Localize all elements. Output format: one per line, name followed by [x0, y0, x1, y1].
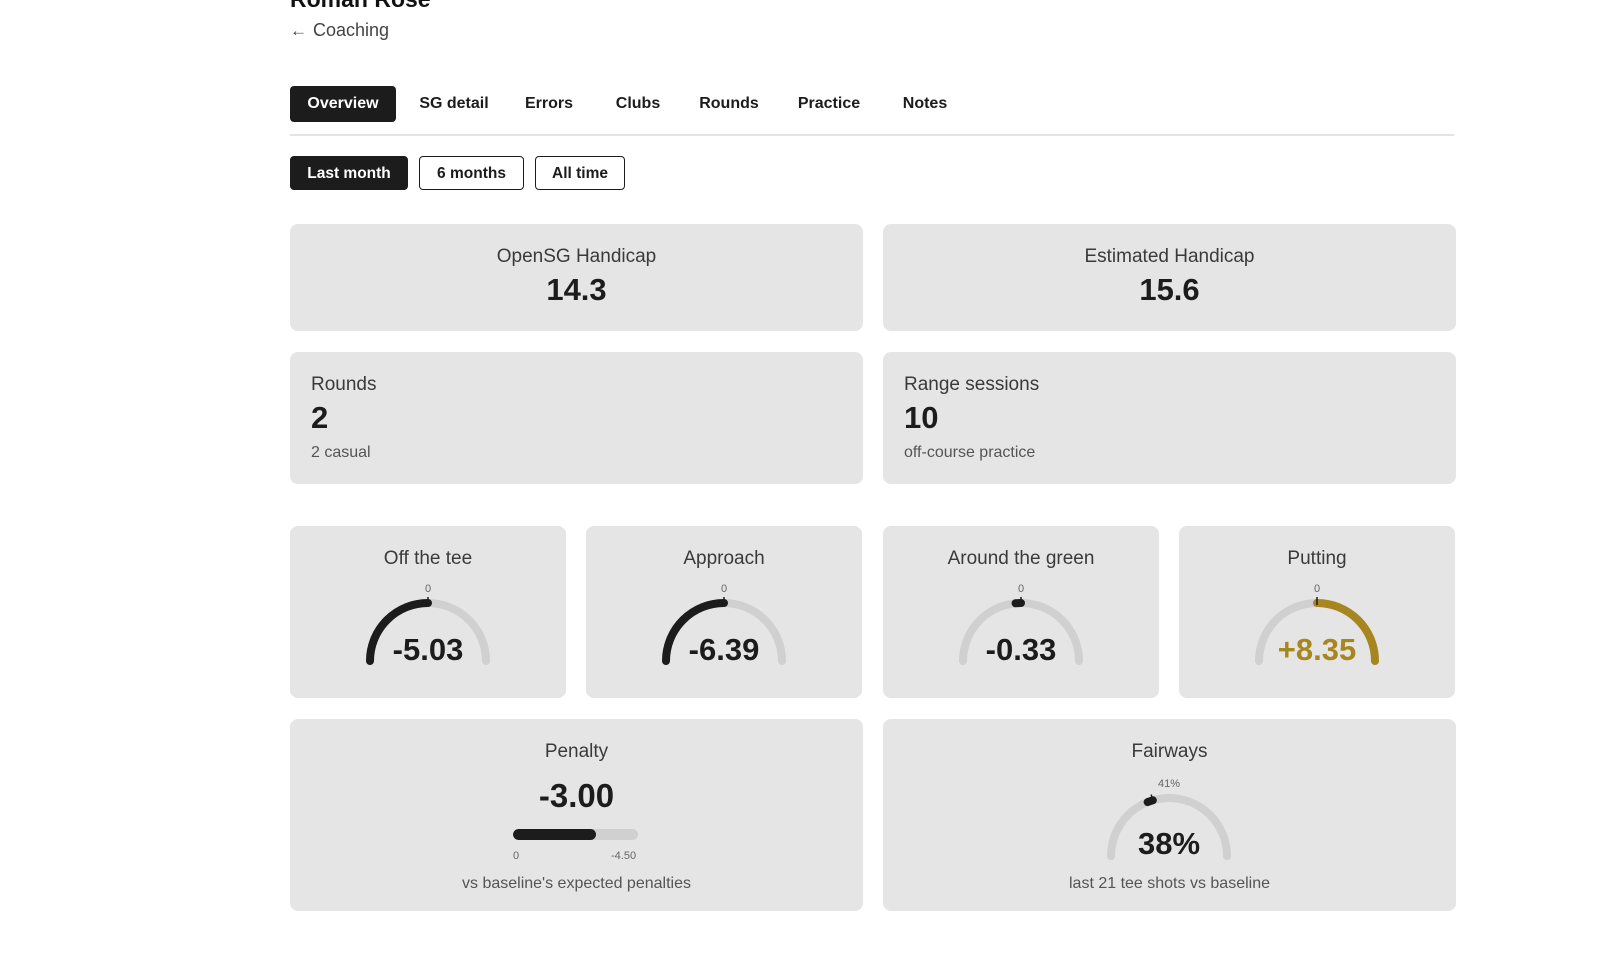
penalty-caption: vs baseline's expected penalties	[462, 875, 691, 892]
sg-approach-gauge: 0 -6.39	[662, 583, 786, 667]
sg-putting-gauge: 0 +8.35	[1255, 583, 1379, 667]
opensg-handicap-label: OpenSG Handicap	[496, 246, 657, 267]
tab-overview[interactable]: Overview	[290, 86, 396, 122]
rounds-value: 2	[311, 400, 329, 435]
rounds-card: Rounds 2 2 casual	[290, 352, 863, 484]
sg-off-the-tee-value: -5.03	[393, 632, 464, 667]
gauge-zero-label: 0	[721, 583, 727, 595]
penalty-label: Penalty	[544, 741, 609, 762]
gauge-zero-label: 0	[425, 583, 431, 595]
tab-notes[interactable]: Notes	[899, 86, 951, 122]
sg-approach-card: Approach 0 -6.39	[586, 526, 862, 698]
fairways-baseline-label: 41%	[1158, 778, 1180, 790]
back-link-label: Coaching	[313, 20, 390, 40]
rounds-label: Rounds	[311, 374, 377, 395]
estimated-handicap-card: Estimated Handicap 15.6	[883, 224, 1456, 331]
opensg-handicap-card: OpenSG Handicap 14.3	[290, 224, 863, 331]
estimated-handicap-value: 15.6	[1139, 272, 1200, 307]
filter-6-months[interactable]: 6 months	[419, 156, 524, 190]
gauge-zero-label: 0	[1314, 583, 1320, 595]
rounds-sub: 2 casual	[311, 444, 371, 461]
tab-clubs[interactable]: Clubs	[610, 86, 666, 122]
tab-rounds[interactable]: Rounds	[695, 86, 763, 122]
page-title: Roman Rose	[290, 0, 431, 13]
penalty-card: Penalty -3.00 0 -4.50 vs baseline's expe…	[290, 719, 863, 911]
tab-practice[interactable]: Practice	[792, 86, 866, 122]
penalty-value: -3.00	[538, 777, 615, 814]
tab-sg-detail[interactable]: SG detail	[410, 86, 498, 122]
filter-last-month[interactable]: Last month	[290, 156, 408, 190]
opensg-handicap-value: 14.3	[546, 272, 607, 307]
sg-around-the-green-value: -0.33	[986, 632, 1057, 667]
arrow-left-icon: ←	[290, 20, 307, 40]
filter-all-time[interactable]: All time	[535, 156, 625, 190]
fairways-card: Fairways 41% 38% last 21 tee shots vs ba…	[883, 719, 1456, 911]
sg-approach-value: -6.39	[689, 632, 760, 667]
fairways-value: 38%	[1138, 826, 1200, 861]
sg-putting-card: Putting 0 +8.35	[1179, 526, 1455, 698]
range-sessions-sub: off-course practice	[904, 444, 1036, 461]
sg-off-the-tee-gauge: 0 -5.03	[366, 583, 490, 667]
sg-putting-value: +8.35	[1278, 632, 1356, 667]
range-sessions-value: 10	[904, 400, 939, 435]
penalty-bar-fill	[513, 829, 597, 840]
tab-bar: Overview SG detail Errors Clubs Rounds P…	[290, 86, 1454, 136]
tab-errors[interactable]: Errors	[520, 86, 578, 122]
sg-around-the-green-card: Around the green 0 -0.33	[883, 526, 1159, 698]
penalty-bar	[513, 829, 638, 840]
gauge-zero-label: 0	[1018, 583, 1024, 595]
gauge-fill	[1143, 796, 1157, 807]
sg-around-the-green-gauge: 0 -0.33	[959, 583, 1083, 667]
fairways-caption: last 21 tee shots vs baseline	[1068, 875, 1270, 892]
range-sessions-card: Range sessions 10 off-course practice	[883, 352, 1456, 484]
penalty-bar-min-label: 0	[513, 850, 520, 862]
range-sessions-label: Range sessions	[904, 374, 1040, 395]
back-to-coaching-link[interactable]: ← Coaching	[290, 20, 389, 41]
sg-off-the-tee-card: Off the tee 0 -5.03	[290, 526, 566, 698]
estimated-handicap-label: Estimated Handicap	[1084, 246, 1255, 267]
penalty-bar-max-label: -4.50	[611, 850, 637, 862]
